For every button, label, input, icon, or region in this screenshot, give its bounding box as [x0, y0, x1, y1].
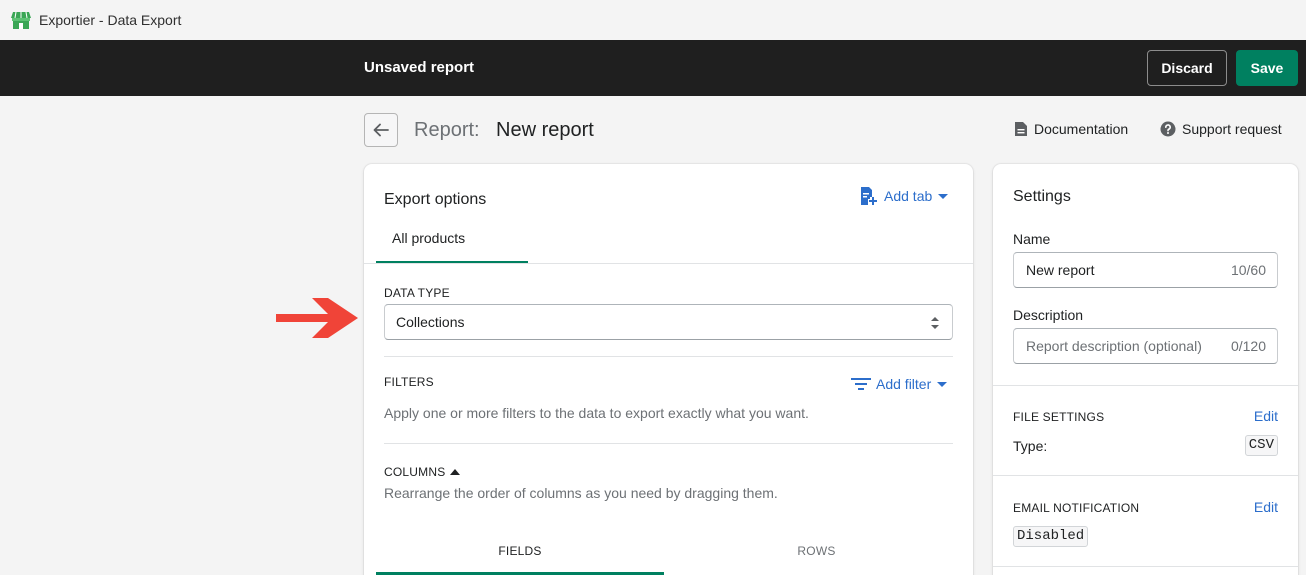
add-filter-button[interactable]: Add filter	[851, 376, 948, 392]
file-type-badge: CSV	[1244, 435, 1278, 456]
settings-divider	[993, 475, 1298, 476]
add-filter-label: Add filter	[876, 376, 932, 392]
caret-up-icon	[450, 469, 461, 475]
chevron-down-icon	[938, 193, 949, 199]
email-notification-label: EMAIL NOTIFICATION	[1013, 501, 1140, 515]
filters-label: FILTERS	[384, 375, 434, 389]
tabs-divider	[364, 263, 973, 264]
settings-divider	[993, 566, 1298, 567]
file-settings-label: FILE SETTINGS	[1013, 410, 1105, 424]
tab-all-products[interactable]: All products	[376, 224, 528, 264]
settings-card: Settings Name New report 10/60 Descripti…	[993, 164, 1298, 575]
data-type-select[interactable]: Collections	[384, 304, 953, 340]
section-divider	[384, 443, 953, 444]
email-notification-status: Disabled	[1013, 526, 1089, 547]
name-label: Name	[1013, 231, 1051, 247]
description-label: Description	[1013, 307, 1084, 323]
arrow-left-icon	[373, 123, 389, 137]
page-title: New report	[496, 119, 594, 141]
add-tab-icon	[861, 187, 877, 205]
filters-help-text: Apply one or more filters to the data to…	[384, 405, 809, 421]
red-arrow-annotation	[276, 298, 358, 338]
columns-toggle[interactable]: COLUMNS	[384, 465, 461, 479]
file-type-label: Type:	[1013, 438, 1048, 454]
discard-button[interactable]: Discard	[1147, 50, 1227, 86]
documentation-label: Documentation	[1034, 121, 1129, 137]
section-divider	[384, 356, 953, 357]
description-char-count: 0/120	[1230, 338, 1266, 354]
description-input[interactable]: Report description (optional) 0/120	[1013, 328, 1278, 364]
storefront-icon	[11, 11, 31, 29]
export-options-title: Export options	[384, 191, 487, 208]
name-char-count: 10/60	[1230, 262, 1266, 278]
contextual-save-bar: Unsaved report Discard Save	[0, 40, 1306, 96]
unsaved-report-title: Unsaved report	[364, 59, 475, 76]
save-button[interactable]: Save	[1236, 50, 1298, 86]
back-button[interactable]	[364, 113, 398, 147]
subtab-rows[interactable]: ROWS	[664, 537, 969, 575]
question-circle-icon	[1160, 121, 1176, 137]
name-input[interactable]: New report 10/60	[1013, 252, 1278, 288]
select-updown-icon	[931, 317, 939, 329]
email-notification-edit-link[interactable]: Edit	[1254, 499, 1278, 515]
support-request-label: Support request	[1182, 121, 1282, 137]
window-titlebar: Exportier - Data Export	[0, 0, 1306, 40]
description-placeholder: Report description (optional)	[1026, 338, 1202, 354]
window-title: Exportier - Data Export	[39, 12, 182, 28]
data-type-value: Collections	[396, 314, 465, 330]
document-icon	[1015, 122, 1027, 136]
columns-label: COLUMNS	[384, 465, 446, 479]
documentation-link[interactable]: Documentation	[1014, 121, 1128, 137]
file-settings-edit-link[interactable]: Edit	[1254, 408, 1278, 424]
settings-divider	[993, 385, 1298, 386]
subtab-fields[interactable]: FIELDS	[376, 537, 664, 575]
columns-help-text: Rearrange the order of columns as you ne…	[384, 485, 778, 501]
support-request-link[interactable]: Support request	[1160, 121, 1282, 137]
add-tab-label: Add tab	[884, 188, 933, 204]
settings-title: Settings	[1013, 188, 1071, 205]
data-type-label: DATA TYPE	[384, 286, 450, 300]
add-tab-button[interactable]: Add tab	[860, 186, 949, 206]
filter-lines-icon	[851, 378, 871, 390]
export-options-card: Export options Add tab All products DATA…	[364, 164, 973, 575]
page-title-prefix: Report:	[414, 119, 480, 141]
name-value: New report	[1026, 262, 1095, 278]
chevron-down-icon	[937, 381, 948, 387]
